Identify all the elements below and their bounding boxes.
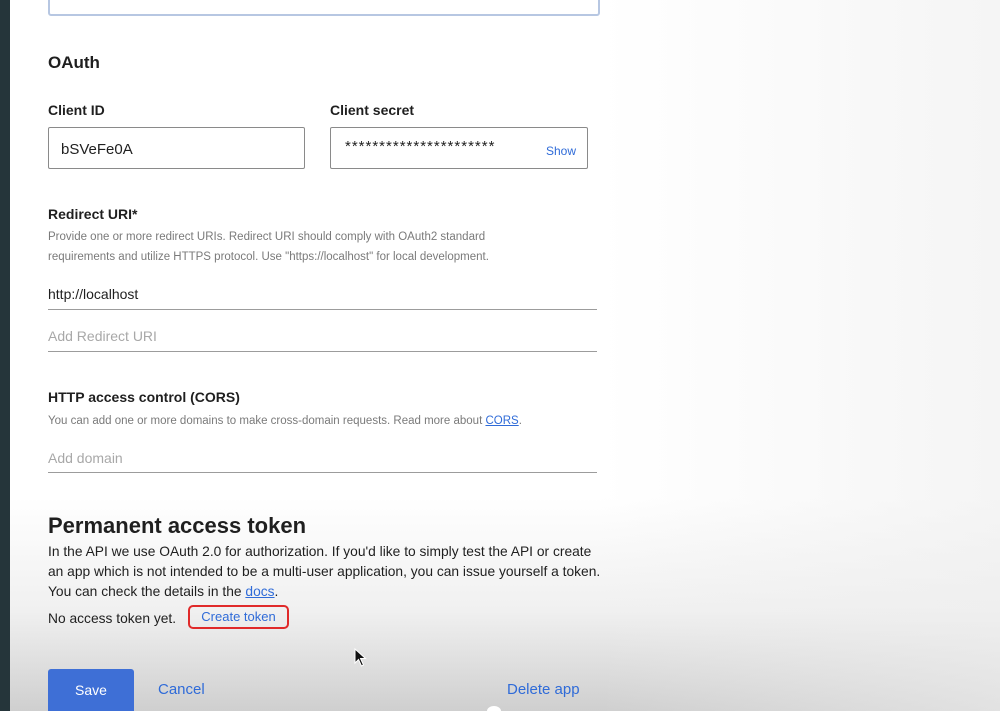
- client-secret-field[interactable]: ********************** Show: [330, 127, 588, 169]
- show-secret-button[interactable]: Show: [546, 144, 576, 158]
- redirect-uri-label: Redirect URI*: [48, 206, 138, 222]
- scroll-indicator: [487, 706, 501, 711]
- oauth-section-title: OAuth: [48, 53, 100, 72]
- create-token-button[interactable]: Create token: [188, 605, 289, 629]
- save-button[interactable]: Save: [48, 669, 134, 711]
- docs-link[interactable]: docs: [245, 584, 274, 599]
- cancel-button[interactable]: Cancel: [158, 681, 205, 698]
- client-secret-value: **********************: [345, 138, 496, 155]
- cors-help-end: .: [518, 415, 522, 427]
- add-redirect-uri-input[interactable]: Add Redirect URI: [48, 328, 597, 352]
- token-paragraph-end: .: [274, 584, 279, 599]
- previous-field-outline[interactable]: [48, 0, 600, 16]
- mouse-pointer-icon: [354, 648, 367, 667]
- add-domain-placeholder: Add domain: [48, 450, 123, 466]
- add-redirect-uri-placeholder: Add Redirect URI: [48, 328, 157, 344]
- token-paragraph: In the API we use OAuth 2.0 for authoriz…: [48, 544, 601, 599]
- app-settings-page: OAuth Client ID bSVeFe0A Client secret *…: [10, 0, 1000, 711]
- token-title: Permanent access token: [48, 513, 307, 538]
- client-id-label: Client ID: [48, 102, 105, 118]
- window-frame: [0, 0, 10, 711]
- cors-help-text: You can add one or more domains to make …: [48, 415, 486, 427]
- client-id-value: bSVeFe0A: [61, 141, 133, 158]
- redirect-uri-input[interactable]: http://localhost: [48, 286, 597, 310]
- redirect-help-line1: Provide one or more redirect URIs. Redir…: [48, 231, 486, 243]
- redirect-help-line2: requirements and utilize HTTPS protocol.…: [48, 251, 489, 263]
- client-secret-label: Client secret: [330, 102, 415, 118]
- background-shade: [600, 0, 1000, 711]
- client-id-field[interactable]: bSVeFe0A: [48, 127, 305, 169]
- add-domain-input[interactable]: Add domain: [48, 450, 597, 473]
- cors-help: You can add one or more domains to make …: [48, 411, 522, 431]
- cors-label: HTTP access control (CORS): [48, 389, 240, 405]
- token-status: No access token yet.: [48, 611, 177, 626]
- token-description: In the API we use OAuth 2.0 for authoriz…: [48, 542, 608, 602]
- redirect-uri-value: http://localhost: [48, 286, 139, 302]
- delete-app-button[interactable]: Delete app: [507, 681, 580, 698]
- cors-link[interactable]: CORS: [485, 415, 518, 427]
